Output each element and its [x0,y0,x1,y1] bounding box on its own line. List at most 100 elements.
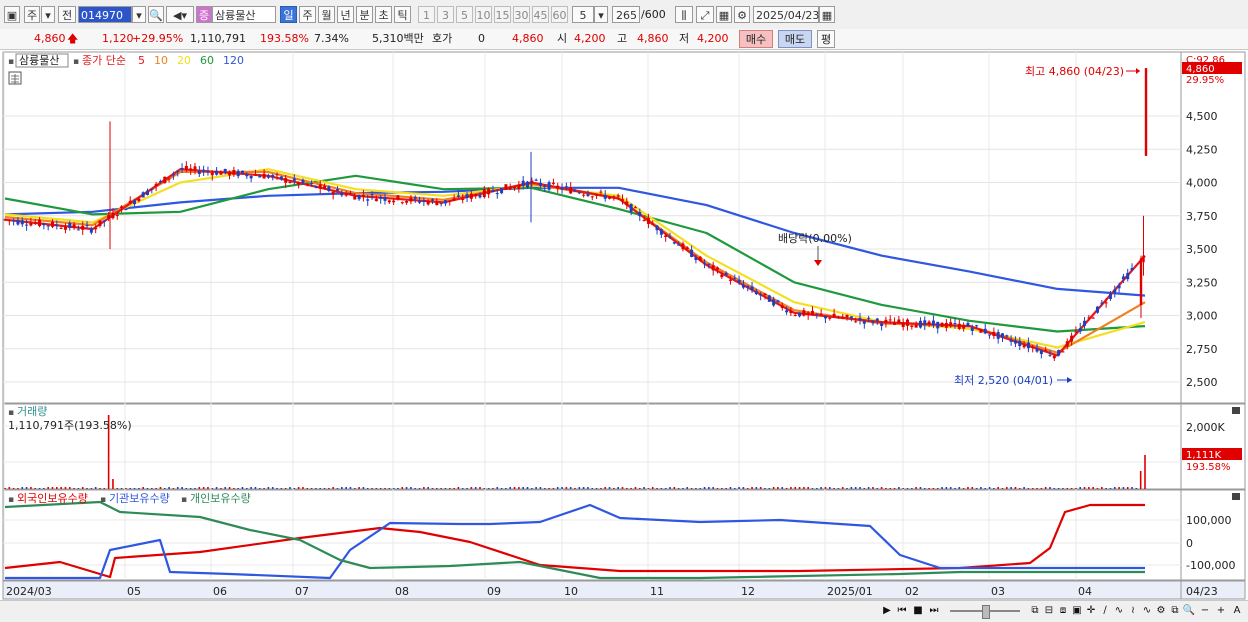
period-tab-6[interactable]: 틱 [394,6,411,23]
search-icon[interactable]: 🔍 [148,6,164,23]
dividend-annotation: 배당락(0.00%) [778,232,852,245]
candle-body [564,186,568,188]
prev-button[interactable]: 전 [58,6,76,23]
interval-dropdown-icon[interactable]: ▾ [594,6,608,23]
count-input[interactable]: 265 [612,6,640,23]
candle-body [443,200,447,204]
period-tab-4[interactable]: 분 [356,6,373,23]
candle-body [741,284,745,288]
period-tab-0[interactable]: 일 [280,6,297,23]
candle-body [348,193,352,195]
candle-body [1126,272,1130,280]
volume-bar [919,487,922,489]
sound-icon[interactable]: ◀▾ [166,6,194,23]
hoga-value: 0 [478,32,485,45]
stock-name-field[interactable]: 삼륭물산 [212,6,276,23]
play-icon[interactable]: ▶ [880,604,894,618]
interval-tab-30[interactable]: 30 [513,6,530,23]
copy-icon[interactable]: ⧉ [1028,604,1042,618]
fib-icon[interactable]: ∿ [1140,604,1154,618]
candle-body [487,188,491,195]
volume-bar [798,487,801,489]
candle-body [25,224,29,226]
settings-gear-icon[interactable]: ⚙ [734,6,750,23]
volume-bar [690,488,693,489]
interval-tab-45[interactable]: 45 [532,6,549,23]
trend-icon[interactable]: ∿ [1112,604,1126,618]
zoom-out-icon[interactable]: − [1198,604,1212,618]
volume-bar [56,487,58,489]
period-tab-3[interactable]: 년 [337,6,354,23]
layout-icon[interactable]: ⊟ [1042,604,1056,618]
stock-chart[interactable]: 4,500 4,250 4,000 3,750 3,500 3,250 3,000 2,750… [0,50,1248,600]
crosshair-icon[interactable]: ✛ [1084,604,1098,618]
candle-body [400,202,404,204]
date-input[interactable]: 2025/04/23 [753,6,819,23]
draw-tool-icon[interactable]: ⤢ [696,6,714,23]
volume-bar [863,488,866,489]
buy-button[interactable]: 매수 [739,30,773,48]
period-tab-1[interactable]: 주 [299,6,316,23]
eval-button[interactable]: 평 [817,30,835,48]
volume-bar [224,487,227,489]
candle-body [146,190,149,195]
candle-body [1070,335,1074,342]
candle-body [996,331,1000,339]
interval-tab-3[interactable]: 3 [437,6,454,23]
window-split-icon[interactable]: ⧈ [1056,604,1070,618]
period-tab-5[interactable]: 초 [375,6,392,23]
volume-bar [30,487,32,489]
rewind-icon[interactable]: ⏮ [895,604,909,618]
candle-body [526,181,529,188]
interval-tab-1[interactable]: 1 [418,6,435,23]
volume-bar [755,487,758,489]
line-tool-icon[interactable]: ∕ [1098,604,1112,618]
gear-small-icon[interactable]: ⚙ [1154,604,1168,618]
volume-bar [297,487,300,489]
zoom-icon[interactable]: 🔍 [1182,604,1196,618]
interval-tab-15[interactable]: 15 [494,6,511,23]
candle-body [310,183,314,185]
calendar-icon[interactable]: ▦ [819,6,835,23]
candle-body [318,184,322,189]
zoom-in-icon[interactable]: + [1214,604,1228,618]
volume-bar [487,488,490,489]
candle-body [1013,340,1017,344]
volume-bar [945,487,948,489]
candle-body [685,247,689,250]
candle-type-icon[interactable]: ⫼ [675,6,693,23]
sell-button[interactable]: 매도 [778,30,812,48]
candle-body [668,236,672,238]
candle-body [888,319,892,321]
stock-code-input[interactable]: 014970 [78,6,132,23]
export-icon[interactable]: ⧉ [1168,604,1182,618]
candle-body [1018,341,1022,346]
window-icon[interactable]: ▣ [4,6,20,23]
interval-tab-10[interactable]: 10 [475,6,492,23]
period-dropdown-icon[interactable]: ▾ [41,6,55,23]
candle-body [1078,328,1082,332]
image-icon[interactable]: ▣ [1070,604,1084,618]
wave-icon[interactable]: ≀ [1126,604,1140,618]
interval-tab-5[interactable]: 5 [456,6,473,23]
candle-body [983,328,987,334]
volume-bar [116,488,119,489]
volume-bar [595,488,598,489]
volume-bar [142,487,144,489]
interval-select[interactable]: 5 [572,6,594,23]
candle-body [750,286,754,291]
forward-icon[interactable]: ⏭ [927,604,941,618]
volume-bar [129,488,132,489]
volume-bar [60,487,62,489]
slider-thumb[interactable] [982,605,990,619]
font-size-icon[interactable]: A [1230,604,1244,618]
stop-icon[interactable]: ■ [911,604,925,618]
candle-body [858,317,862,320]
period-tab-2[interactable]: 월 [318,6,335,23]
candle-body [482,189,486,198]
period-main-button[interactable]: 주 [24,6,40,23]
volume-bar [617,487,619,489]
grid-icon[interactable]: ▦ [716,6,732,23]
code-dropdown-icon[interactable]: ▾ [132,6,146,23]
interval-tab-60[interactable]: 60 [551,6,568,23]
